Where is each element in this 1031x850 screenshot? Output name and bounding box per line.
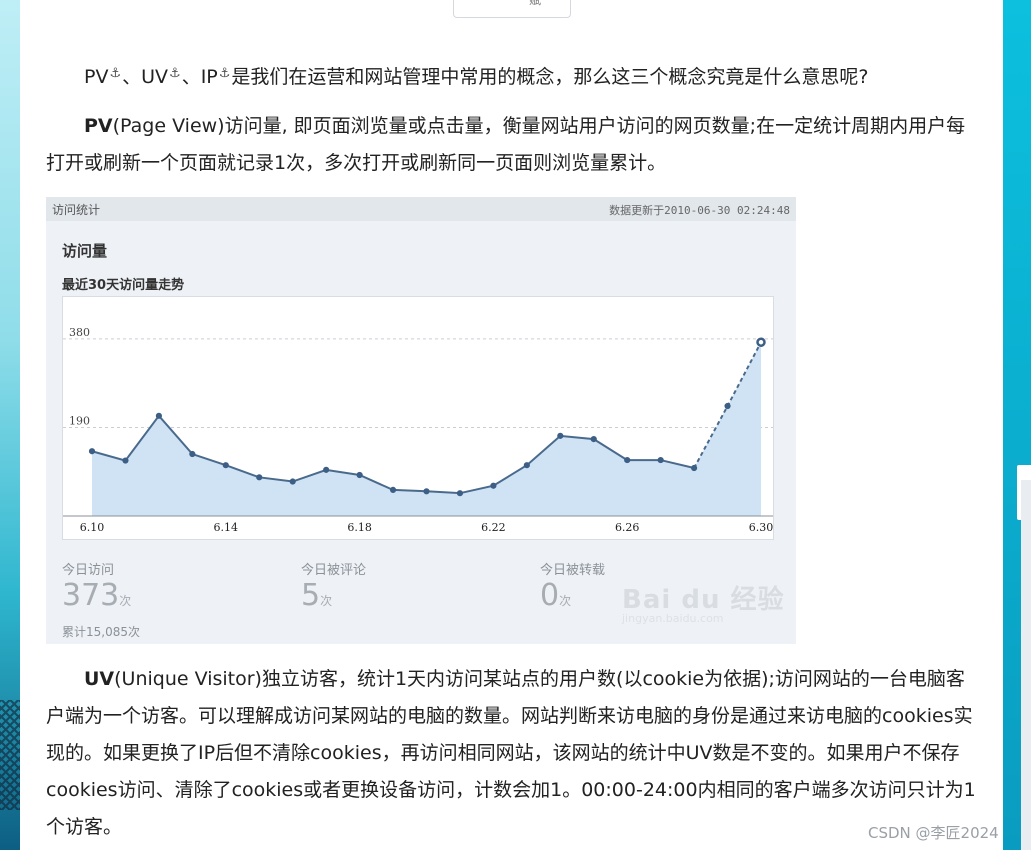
metric-today-visits: 今日访问 373次 [62, 559, 131, 613]
stats-image: 访问统计 数据更新于2010-06-30 02:24:48 访问量 最近30天访… [46, 197, 796, 644]
data-point [189, 450, 196, 458]
metric-label: 今日访问 [62, 563, 115, 578]
chart-plot: 190 380 6.10 6.14 6.18 6.22 6.26 6.30 [62, 296, 774, 540]
x-tick-label: 6.10 [80, 521, 105, 534]
stats-section-title: 访问量 [62, 242, 108, 260]
x-tick-label: 6.14 [214, 521, 239, 534]
data-point [323, 466, 330, 473]
data-point [490, 482, 497, 489]
pv-term: PV [84, 115, 113, 137]
x-tick-label: 6.26 [615, 521, 640, 534]
metric-value: 373 [62, 578, 120, 613]
data-point [590, 436, 597, 443]
data-point [657, 456, 664, 464]
x-tick-label: 6.22 [481, 521, 506, 534]
side-strip [1021, 480, 1031, 850]
stats-header: 访问统计 数据更新于2010-06-30 02:24:48 [46, 197, 796, 221]
pv-text: (Page View)访问量, 即页面浏览量或点击量，衡量网站用户访问的网页数量… [46, 115, 966, 174]
data-point [389, 486, 397, 494]
intro-text: 是我们在运营和网站管理中常用的概念，那么这三个概念究竟是什么意思呢? [231, 66, 869, 88]
data-point [691, 464, 698, 472]
uv-term: UV [84, 668, 115, 690]
cumulative-count: 累计15,085次 [62, 625, 140, 639]
data-point [756, 337, 766, 347]
top-button-label-fragment: 赋 [529, 0, 542, 7]
uv-paragraph: UV(Unique Visitor)独立访客，统计1天内访问某站点的用户数(以c… [46, 661, 980, 846]
anchor-icon[interactable]: ⚓ [109, 66, 121, 81]
data-point [222, 462, 229, 469]
baidu-watermark: Bai du 经验 jingyan.baidu.com [622, 579, 785, 625]
pv-paragraph: PV(Page View)访问量, 即页面浏览量或点击量，衡量网站用户访问的网页… [46, 108, 980, 182]
data-point [155, 412, 163, 419]
chart-title: 最近30天访问量走势 [62, 278, 185, 293]
x-tick-label: 6.18 [347, 521, 372, 534]
data-point [624, 456, 631, 464]
anchor-icon[interactable]: ⚓ [169, 66, 181, 81]
x-tick-label: 6.30 [749, 521, 773, 534]
data-point [456, 490, 464, 497]
intro-term-pv[interactable]: PV [84, 66, 108, 88]
data-point [423, 488, 430, 495]
data-point [523, 462, 530, 469]
data-point [557, 432, 564, 439]
stats-header-title: 访问统计 [52, 203, 101, 217]
y-tick-label: 190 [69, 414, 90, 427]
top-button[interactable]: 赋 [453, 0, 571, 18]
uv-text: (Unique Visitor)独立访客，统计1天内访问某站点的用户数(以coo… [46, 668, 976, 838]
intro-paragraph: PV⚓、UV⚓、IP⚓是我们在运营和网站管理中常用的概念，那么这三个概念究竟是什… [46, 55, 980, 96]
intro-term-ip[interactable]: 、IP [182, 66, 218, 88]
watermark-text: Bai du 经验 [622, 585, 785, 615]
data-point [289, 478, 296, 485]
csdn-watermark: CSDN @李匠2024 [868, 824, 999, 842]
article-body: 赋 PV⚓、UV⚓、IP⚓是我们在运营和网站管理中常用的概念，那么这三个概念究竟… [20, 0, 1003, 850]
metric-label: 今日被转载 [540, 563, 606, 578]
metric-value: 5 [301, 578, 321, 613]
metric-unit: 次 [559, 594, 572, 608]
chart-svg: 190 380 6.10 6.14 6.18 6.22 6.26 6.30 [63, 326, 773, 534]
metric-label: 今日被评论 [301, 563, 367, 578]
intro-term-uv[interactable]: 、UV [122, 66, 168, 88]
data-point [256, 474, 263, 481]
metric-today-comments: 今日被评论 5次 [301, 559, 366, 613]
stats-header-update: 数据更新于2010-06-30 02:24:48 [609, 204, 790, 217]
metric-value: 0 [540, 578, 560, 613]
background-right [1003, 0, 1031, 850]
background-net-decoration [0, 700, 20, 810]
data-point [356, 471, 363, 479]
data-point [88, 448, 96, 455]
metric-unit: 次 [320, 594, 333, 608]
metric-today-reposts: 今日被转载 0次 [540, 559, 605, 613]
data-point [724, 402, 731, 410]
anchor-icon[interactable]: ⚓ [219, 66, 231, 81]
metric-unit: 次 [119, 594, 132, 608]
data-point [122, 457, 129, 464]
y-tick-label: 380 [69, 326, 90, 339]
